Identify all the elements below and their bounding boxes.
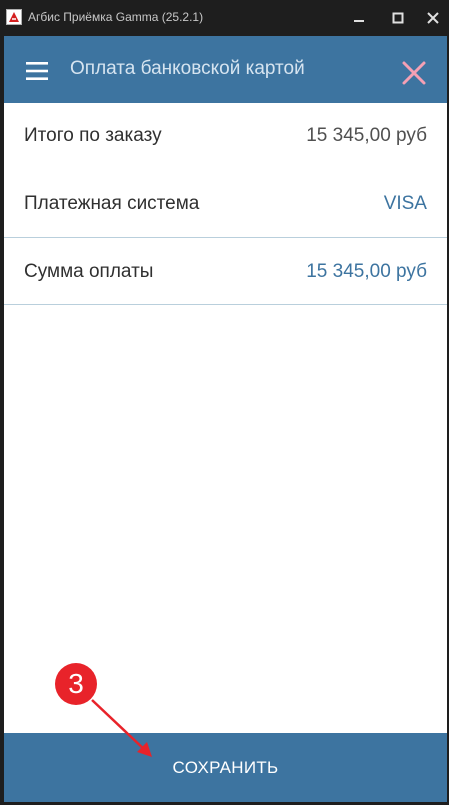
app-header: Оплата банковской картой xyxy=(4,36,447,103)
window-title: Агбис Приёмка Gamma (25.2.1) xyxy=(28,10,204,24)
payment-amount-label: Сумма оплаты xyxy=(24,261,154,282)
window-close-icon xyxy=(427,12,439,24)
maximize-button[interactable] xyxy=(385,6,411,30)
hamburger-menu-icon[interactable] xyxy=(26,61,48,81)
divider xyxy=(4,237,447,238)
step-number-badge: 3 xyxy=(55,663,97,705)
payment-amount-row[interactable]: Сумма оплаты 15 345,00 руб xyxy=(4,239,447,305)
window-close-button[interactable] xyxy=(420,6,446,30)
payment-system-value[interactable]: VISA xyxy=(384,193,427,215)
payment-system-label: Платежная система xyxy=(24,193,200,214)
order-total-value: 15 345,00 руб xyxy=(306,125,427,146)
close-icon[interactable] xyxy=(401,60,427,86)
save-button[interactable]: СОХРАНИТЬ xyxy=(4,733,447,802)
payment-system-row[interactable]: Платежная система VISA xyxy=(4,171,447,237)
order-total-label: Итого по заказу xyxy=(24,125,162,146)
window-titlebar: Агбис Приёмка Gamma (25.2.1) xyxy=(0,0,449,36)
minimize-button[interactable] xyxy=(346,6,372,30)
save-button-label: СОХРАНИТЬ xyxy=(172,758,279,777)
maximize-icon xyxy=(392,12,404,24)
page-title: Оплата банковской картой xyxy=(70,58,305,79)
minimize-icon xyxy=(354,20,364,22)
app-logo-icon xyxy=(6,9,22,25)
divider xyxy=(4,304,447,305)
payment-amount-value[interactable]: 15 345,00 руб xyxy=(306,261,427,283)
order-total-row: Итого по заказу 15 345,00 руб xyxy=(4,103,447,169)
